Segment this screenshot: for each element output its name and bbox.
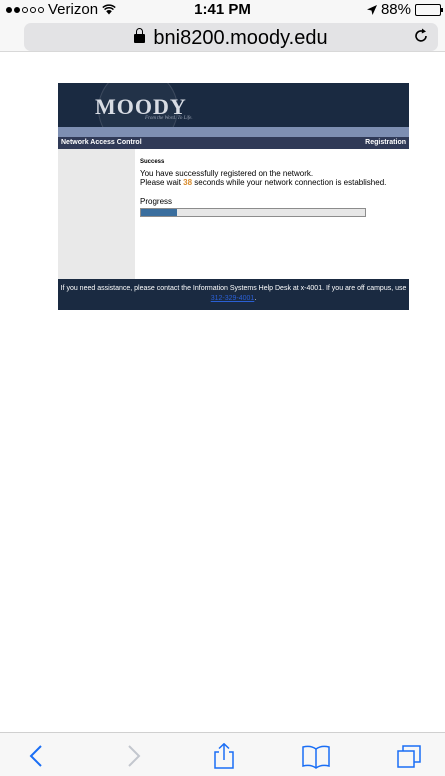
address-text: bni8200.moody.edu [24,27,438,50]
seconds-count: 38 [183,178,193,187]
phone-link[interactable]: 312-329-4001 [211,295,255,302]
battery-percent: 88% [380,1,411,18]
nav-section: Registration [365,139,406,146]
wait-prefix: Please wait [140,178,184,187]
success-message: You have successfully registered on the … [140,169,405,187]
footer-text: If you need assistance, please contact t… [60,285,407,292]
forward-icon[interactable] [116,743,148,769]
success-title: Success [140,159,165,165]
address-field[interactable]: bni8200.moody.edu [24,23,438,51]
accent-band [58,127,409,137]
share-icon[interactable] [208,743,240,769]
progress-label: Progress [140,197,173,206]
wait-suffix: seconds while your network connection is… [192,178,387,187]
status-bar: Verizon 1:41 PM 88% [0,0,445,20]
progress-bar [140,208,366,217]
help-footer: If you need assistance, please contact t… [58,279,409,310]
bookmarks-icon[interactable] [300,743,332,769]
lock-icon [134,28,146,43]
progress-fill [141,209,177,216]
left-sidebar [58,149,135,279]
reload-icon[interactable] [412,27,430,45]
nav-title: Network Access Control [61,139,142,146]
header-banner: MOODY From the Word. To Life. [58,83,409,127]
message-line-2: Please wait 38 seconds while your networ… [140,178,405,187]
status-right: 88% [366,1,443,18]
safari-address-area: bni8200.moody.edu [0,20,445,52]
url-text: bni8200.moody.edu [153,27,328,49]
message-line-1: You have successfully registered on the … [140,169,314,178]
footer-end: . [254,295,257,302]
safari-toolbar [0,732,445,776]
content-panel: Success You have successfully registered… [140,159,405,217]
back-icon[interactable] [22,743,54,769]
battery-icon [415,3,443,16]
nav-bar: Network Access Control Registration [58,137,409,149]
location-arrow-icon [366,4,377,15]
registration-page: MOODY From the Word. To Life. Network Ac… [58,83,409,310]
logo-tagline: From the Word. To Life. [145,116,193,121]
tabs-icon[interactable] [394,743,426,769]
